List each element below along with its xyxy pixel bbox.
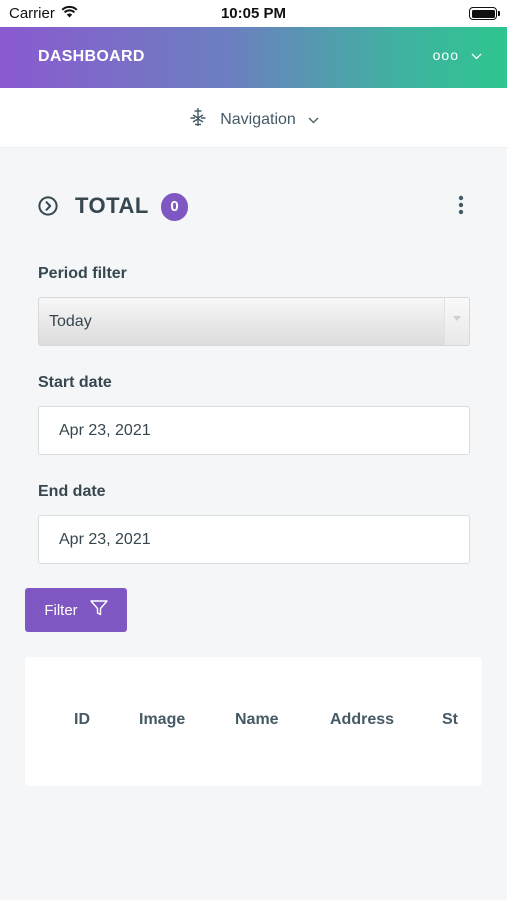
user-name: ooo — [432, 47, 459, 63]
column-header-id[interactable]: ID — [74, 711, 90, 729]
total-title: TOTAL — [75, 193, 149, 218]
more-vertical-icon[interactable] — [458, 195, 464, 220]
chevron-right-circle-icon[interactable] — [38, 196, 58, 221]
total-count-badge: 0 — [161, 193, 188, 221]
chevron-down-icon — [308, 111, 319, 129]
period-filter-value: Today — [49, 313, 92, 330]
filter-button[interactable]: Filter — [25, 588, 127, 632]
column-header-status[interactable]: St — [442, 711, 458, 729]
navigation-icon — [188, 107, 208, 132]
column-header-image[interactable]: Image — [139, 711, 185, 729]
select-arrow-icon — [444, 298, 469, 345]
results-table: ID Image Name Address St — [25, 657, 482, 786]
filter-icon — [89, 600, 108, 620]
battery-icon — [469, 7, 500, 20]
nav-bar: Navigation — [0, 88, 507, 148]
navigation-label: Navigation — [220, 110, 296, 128]
period-filter-select[interactable]: Today — [38, 297, 470, 346]
end-date-input[interactable] — [38, 515, 470, 564]
start-date-label: Start date — [38, 374, 112, 391]
user-menu[interactable]: ooo — [433, 47, 482, 63]
status-bar: Carrier 10:05 PM — [0, 0, 507, 27]
navigation-dropdown[interactable]: Navigation — [0, 107, 507, 132]
end-date-label: End date — [38, 483, 106, 500]
status-time: 10:05 PM — [220, 5, 287, 22]
column-header-address[interactable]: Address — [330, 711, 394, 729]
filter-button-label: Filter — [44, 601, 78, 619]
column-header-name[interactable]: Name — [235, 711, 279, 729]
chevron-down-icon — [471, 47, 482, 63]
dashboard-title[interactable]: DASHBOARD — [38, 48, 145, 66]
start-date-input[interactable] — [38, 406, 470, 455]
total-header: TOTAL 0 — [38, 190, 470, 226]
app-header: DASHBOARD ooo — [0, 27, 507, 88]
period-filter-label: Period filter — [38, 265, 127, 282]
